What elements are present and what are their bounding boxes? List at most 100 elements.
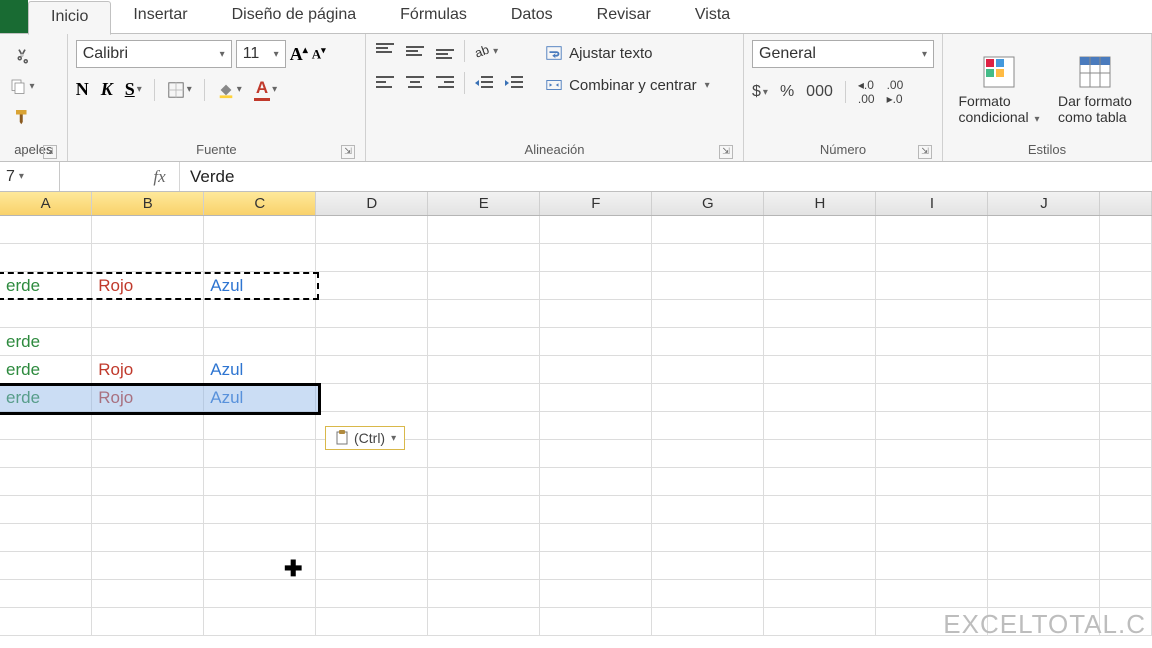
- cell-b7[interactable]: Rojo: [92, 384, 204, 412]
- tab-revisar[interactable]: Revisar: [575, 0, 673, 34]
- cell-c6[interactable]: Azul: [204, 356, 316, 384]
- chevron-down-icon: ▾: [272, 84, 277, 95]
- col-header-i[interactable]: I: [876, 192, 988, 215]
- tab-diseno[interactable]: Diseño de página: [210, 0, 379, 34]
- cell-b3[interactable]: Rojo: [92, 272, 204, 300]
- align-right-button[interactable]: [434, 74, 456, 92]
- col-header-a[interactable]: A: [0, 192, 92, 215]
- decrease-indent-button[interactable]: [473, 74, 495, 92]
- cell-a7[interactable]: erde: [0, 384, 92, 412]
- col-header-f[interactable]: F: [540, 192, 652, 215]
- col-header-b[interactable]: B: [92, 192, 204, 215]
- copy-button[interactable]: ▾: [8, 74, 36, 98]
- orientation-button[interactable]: ab ▾: [473, 42, 498, 60]
- merge-icon: [545, 76, 563, 94]
- format-as-table-button[interactable]: Dar formatocomo tabla: [1047, 40, 1143, 140]
- borders-icon: [167, 81, 185, 99]
- fill-color-button[interactable]: ▾: [217, 81, 242, 99]
- font-launcher[interactable]: ⇲: [341, 145, 355, 159]
- chevron-down-icon: ▾: [187, 84, 192, 95]
- table-icon: [1078, 55, 1112, 89]
- tab-inicio[interactable]: Inicio: [28, 1, 111, 35]
- paste-options-tag[interactable]: (Ctrl)▾: [325, 426, 405, 450]
- italic-button[interactable]: K: [101, 79, 113, 100]
- copy-icon: [9, 77, 27, 95]
- font-group-label: Fuente: [196, 142, 236, 157]
- conditional-format-button[interactable]: Formatocondicional ▾: [951, 40, 1047, 140]
- grow-font-button[interactable]: A▴: [290, 44, 308, 65]
- align-left-button[interactable]: [374, 74, 396, 92]
- chevron-down-icon: ▾: [493, 46, 498, 57]
- underline-button[interactable]: S▾: [125, 79, 142, 100]
- orientation-icon: ab: [473, 42, 491, 60]
- increase-indent-button[interactable]: [503, 74, 525, 92]
- col-header-k[interactable]: [1100, 192, 1152, 215]
- font-size-combo[interactable]: 11▾: [236, 40, 286, 68]
- font-name-combo[interactable]: Calibri▾: [76, 40, 232, 68]
- clipboard-icon: [334, 430, 350, 446]
- increase-decimal-button[interactable]: ◂.0.00: [858, 78, 875, 106]
- cell-c7[interactable]: Azul: [204, 384, 316, 412]
- borders-button[interactable]: ▾: [167, 81, 192, 99]
- percent-button[interactable]: %: [780, 83, 794, 101]
- chevron-down-icon: ▾: [29, 81, 34, 92]
- worksheet-grid[interactable]: A B C D E F G H I J erdeRojoAzul erde er…: [0, 192, 1152, 636]
- formula-input[interactable]: Verde: [180, 162, 1152, 191]
- wrap-text-button[interactable]: Ajustar texto: [545, 44, 710, 62]
- ribbon: ▾ apeles⇲ Calibri▾ 11▾ A▴ A▾ N K S▾: [0, 34, 1152, 162]
- cell-a6[interactable]: erde: [0, 356, 92, 384]
- file-tab[interactable]: [0, 0, 28, 33]
- number-group-label: Número: [820, 142, 866, 157]
- font-color-button[interactable]: A ▾: [254, 78, 277, 101]
- merge-center-button[interactable]: Combinar y centrar ▾: [545, 76, 710, 94]
- align-bottom-button[interactable]: [434, 42, 456, 60]
- cell-c3[interactable]: Azul: [204, 272, 316, 300]
- col-header-h[interactable]: H: [764, 192, 876, 215]
- fx-button[interactable]: fx: [140, 162, 180, 191]
- decrease-decimal-button[interactable]: .00▸.0: [887, 78, 904, 106]
- number-launcher[interactable]: ⇲: [918, 145, 932, 159]
- shrink-font-button[interactable]: A▾: [312, 45, 326, 62]
- scissors-icon: [13, 47, 31, 65]
- chevron-down-icon: ▾: [1034, 114, 1039, 125]
- format-painter-button[interactable]: [8, 104, 36, 128]
- tab-insertar[interactable]: Insertar: [111, 0, 209, 34]
- tab-formulas[interactable]: Fórmulas: [378, 0, 489, 34]
- brush-icon: [13, 107, 31, 125]
- alignment-group-label: Alineación: [525, 142, 585, 157]
- col-header-d[interactable]: D: [316, 192, 428, 215]
- ribbon-tabs: Inicio Insertar Diseño de página Fórmula…: [0, 0, 1152, 34]
- col-header-c[interactable]: C: [204, 192, 316, 215]
- currency-button[interactable]: $▾: [752, 83, 768, 101]
- cell-a3[interactable]: erde: [0, 272, 92, 300]
- col-header-e[interactable]: E: [428, 192, 540, 215]
- col-header-g[interactable]: G: [652, 192, 764, 215]
- number-format-combo[interactable]: General▾: [752, 40, 934, 68]
- cell-a5[interactable]: erde: [0, 328, 92, 356]
- formula-bar: 7▾ fx Verde: [0, 162, 1152, 192]
- align-middle-button[interactable]: [404, 42, 426, 60]
- alignment-launcher[interactable]: ⇲: [719, 145, 733, 159]
- align-top-button[interactable]: [374, 42, 396, 60]
- bold-button[interactable]: N: [76, 79, 89, 100]
- cond-format-icon: [982, 55, 1016, 89]
- tab-datos[interactable]: Datos: [489, 0, 575, 34]
- tab-vista[interactable]: Vista: [673, 0, 752, 34]
- cell-b6[interactable]: Rojo: [92, 356, 204, 384]
- clipboard-launcher[interactable]: ⇲: [43, 145, 57, 159]
- styles-group-label: Estilos: [1028, 142, 1066, 157]
- cell-cursor-icon: ✚: [284, 556, 302, 582]
- col-header-j[interactable]: J: [988, 192, 1100, 215]
- comma-style-button[interactable]: 000: [806, 83, 833, 101]
- chevron-down-icon: ▾: [922, 49, 927, 60]
- chevron-down-icon: ▾: [19, 171, 24, 182]
- svg-text:ab: ab: [473, 43, 491, 60]
- align-center-button[interactable]: [404, 74, 426, 92]
- chevron-down-icon: ▾: [237, 84, 242, 95]
- chevron-down-icon: ▾: [274, 49, 279, 60]
- chevron-down-icon: ▾: [763, 87, 768, 98]
- cut-button[interactable]: [8, 44, 36, 68]
- bucket-icon: [217, 81, 235, 99]
- watermark: EXCELTOTAL.C: [943, 609, 1146, 640]
- name-box[interactable]: 7▾: [0, 162, 60, 191]
